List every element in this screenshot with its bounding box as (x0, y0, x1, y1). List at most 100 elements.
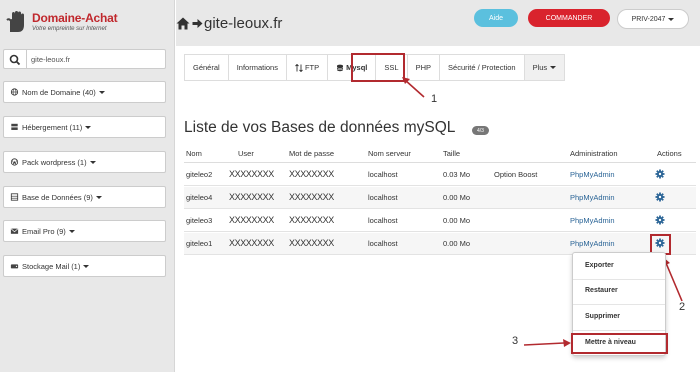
column-header-actions: Actions (657, 149, 682, 158)
db-name: giteleo2 (186, 170, 213, 179)
envelope-icon (10, 228, 19, 234)
sidebar-item-label: Hébergement (11) (22, 122, 83, 132)
table-row: giteleo3 XXXXXXXX XXXXXXXX localhost 0.0… (184, 210, 696, 232)
annotation-arrow-1 (402, 77, 425, 98)
search-icon (9, 54, 21, 66)
menu-divider (573, 304, 665, 305)
domain-search[interactable] (3, 49, 166, 69)
top-header: gite-leoux.fr Aide COMMANDER PRIV-2047 (176, 0, 700, 46)
tab-label: PHP (415, 63, 432, 72)
menu-divider (573, 279, 665, 280)
table-header-divider (184, 162, 696, 163)
sidebar-item-databases[interactable]: Base de Données (9) (3, 186, 166, 208)
db-user: XXXXXXXX (229, 169, 274, 179)
column-header-size: Taille (443, 149, 461, 158)
column-header-server: Nom serveur (368, 149, 411, 158)
db-option: Option Boost (494, 170, 538, 179)
db-server: localhost (368, 216, 398, 225)
gear-icon[interactable] (655, 192, 665, 202)
db-server: localhost (368, 193, 398, 202)
caret-down-icon (668, 17, 675, 21)
table-row: giteleo4 XXXXXXXX XXXXXXXX localhost 0.0… (184, 187, 696, 209)
sidebar-item-label: Stockage Mail (1) (22, 261, 81, 271)
menu-item-delete[interactable]: Supprimer (585, 313, 620, 320)
gear-icon[interactable] (655, 169, 665, 179)
sidebar-item-label: Email Pro (9) (22, 226, 66, 236)
account-label: PRIV-2047 (631, 15, 666, 23)
globe-icon (10, 88, 19, 96)
server-icon (11, 123, 18, 130)
annotation-arrow-3 (523, 339, 571, 347)
account-menu-button[interactable]: PRIV-2047 (617, 9, 689, 29)
db-user: XXXXXXXX (229, 238, 274, 248)
caret-down-icon (85, 125, 92, 129)
caret-down-icon (89, 160, 96, 164)
caret-down-icon (550, 66, 557, 69)
db-server: localhost (368, 170, 398, 179)
db-name: giteleo4 (186, 193, 213, 202)
drive-icon (10, 264, 19, 269)
db-server: localhost (368, 239, 398, 248)
sidebar-item-mail-storage[interactable]: Stockage Mail (1) (3, 255, 166, 277)
tab-ftp[interactable]: FTP (287, 55, 329, 80)
sidebar-item-email[interactable]: Email Pro (9) (3, 220, 166, 242)
search-input[interactable] (31, 52, 161, 66)
db-password: XXXXXXXX (289, 192, 334, 202)
sidebar-item-wordpress[interactable]: Pack wordpress (1) (3, 151, 166, 173)
caret-down-icon (95, 195, 102, 199)
annotation-number-1: 1 (431, 93, 438, 105)
databases-heading: Liste de vos Bases de données mySQL (184, 119, 456, 136)
home-icon[interactable] (176, 17, 190, 30)
help-button[interactable]: Aide (474, 9, 518, 27)
search-separator (26, 50, 27, 68)
annotation-number-3: 3 (512, 335, 519, 347)
db-size: 0.00 Mo (443, 216, 471, 225)
brand-logo[interactable]: Domaine-Achat Votre empreinte sur Intern… (6, 10, 171, 36)
sidebar: Domaine-Achat Votre empreinte sur Intern… (0, 0, 175, 372)
caret-down-icon (68, 229, 75, 233)
table-row: giteleo2 XXXXXXXX XXXXXXXX localhost 0.0… (184, 164, 696, 186)
order-button[interactable]: COMMANDER (528, 9, 610, 27)
column-header-name: Nom (186, 149, 202, 158)
db-password: XXXXXXXX (289, 238, 334, 248)
database-icon (10, 193, 19, 201)
tab-label: FTP (304, 63, 320, 72)
annotation-highlight-mysql-tab (351, 53, 405, 82)
db-user: XXXXXXXX (229, 215, 274, 225)
wordpress-icon (10, 158, 19, 166)
phpmyadmin-link[interactable]: PhpMyAdmin (570, 239, 615, 248)
menu-item-restore[interactable]: Restaurer (585, 287, 618, 294)
menu-item-export[interactable]: Exporter (585, 262, 614, 269)
sidebar-item-hosting[interactable]: Hébergement (11) (3, 116, 166, 138)
sidebar-item-label: Nom de Domaine (40) (22, 87, 96, 97)
gear-icon[interactable] (655, 215, 665, 225)
arrow-right-icon (192, 19, 203, 28)
brand-tagline: Votre empreinte sur Internet (32, 26, 107, 32)
database-icon (337, 64, 344, 71)
hand-logo-icon (6, 11, 24, 32)
annotation-highlight-upgrade (571, 333, 668, 354)
db-user: XXXXXXXX (229, 192, 274, 202)
sidebar-item-domains[interactable]: Nom de Domaine (40) (3, 81, 166, 103)
page-title: gite-leoux.fr (204, 15, 283, 32)
sidebar-item-label: Pack wordpress (1) (22, 157, 87, 167)
sidebar-item-label: Base de Données (9) (22, 192, 93, 202)
tab-label: Plus (532, 63, 548, 72)
caret-down-icon (83, 264, 90, 268)
tab-label: Sécurité / Protection (448, 63, 516, 72)
db-size: 0.00 Mo (443, 239, 471, 248)
brand-name: Domaine-Achat (32, 11, 118, 25)
phpmyadmin-link[interactable]: PhpMyAdmin (570, 216, 615, 225)
db-password: XXXXXXXX (289, 215, 334, 225)
tab-label: Général (193, 63, 220, 72)
tab-general[interactable]: Général (185, 55, 229, 80)
column-header-user: User (238, 149, 254, 158)
tab-security[interactable]: Sécurité / Protection (440, 55, 525, 80)
phpmyadmin-link[interactable]: PhpMyAdmin (570, 193, 615, 202)
tab-more[interactable]: Plus (524, 55, 565, 80)
db-name: giteleo3 (186, 216, 213, 225)
tab-informations[interactable]: Informations (229, 55, 287, 80)
phpmyadmin-link[interactable]: PhpMyAdmin (570, 170, 615, 179)
column-header-administration: Administration (570, 149, 618, 158)
column-header-password: Mot de passe (289, 149, 335, 158)
